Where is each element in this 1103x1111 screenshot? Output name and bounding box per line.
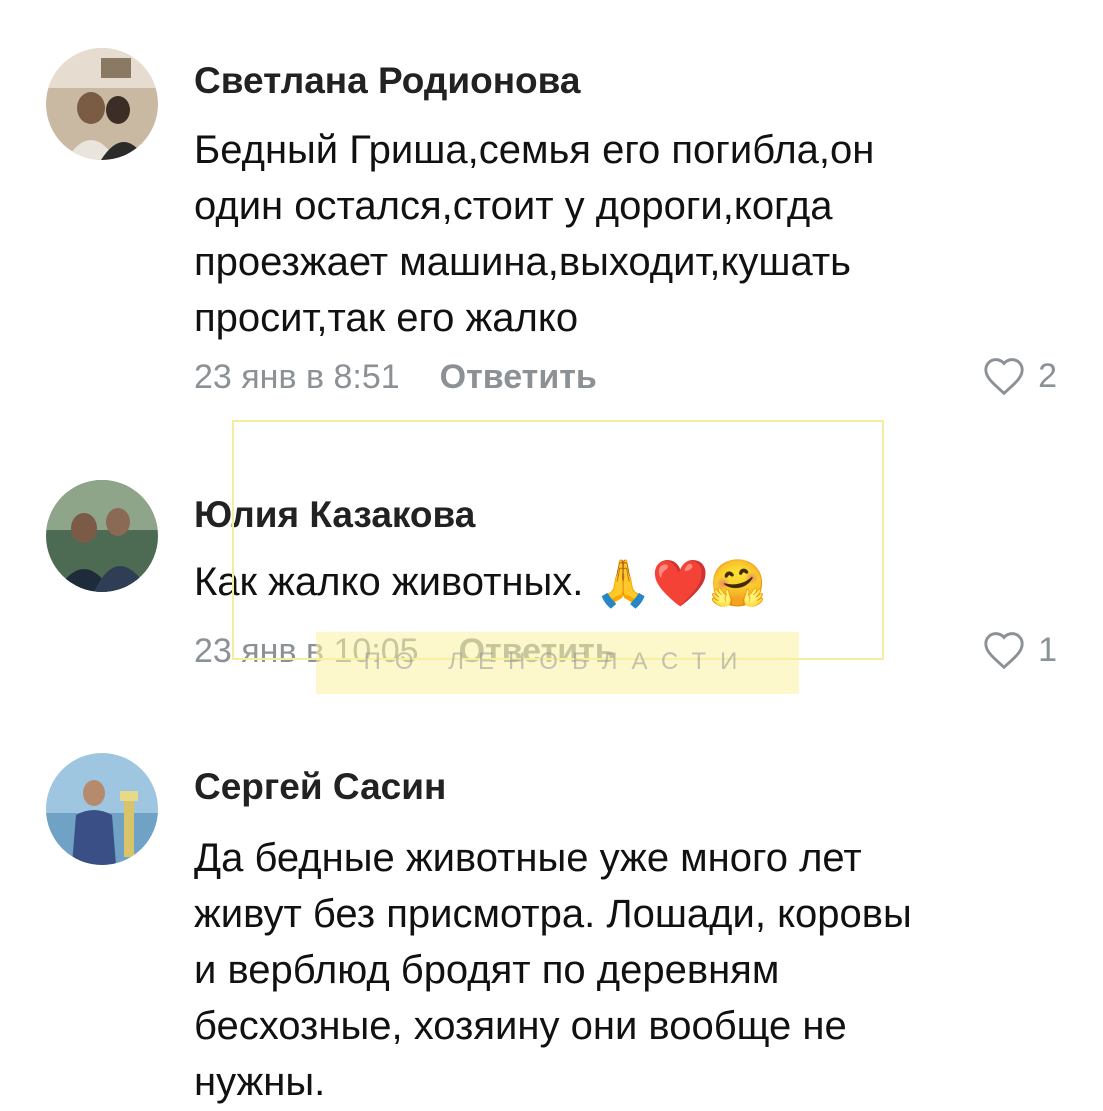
- comment-text-line: просит,так его жалко: [194, 296, 579, 340]
- comment-author[interactable]: Светлана Родионова: [194, 60, 580, 102]
- comment-text-line: один остался,стоит у дороги,когда: [194, 184, 833, 228]
- hugging-emoji: 🤗: [709, 557, 767, 609]
- like-button[interactable]: 1: [982, 630, 1057, 670]
- comment-text-line: проезжает машина,выходит,кушать: [194, 240, 852, 284]
- comment-text-line: Как жалко животных.: [194, 560, 584, 604]
- pray-emoji: 🙏: [594, 557, 652, 609]
- comment-author[interactable]: Юлия Казакова: [194, 494, 475, 536]
- comment-text-line: живут без присмотра. Лошади, коровы: [194, 892, 912, 936]
- avatar[interactable]: [46, 48, 158, 160]
- comment-text: Как жалко животных. 🙏❤️🤗: [194, 554, 1074, 611]
- comment-author[interactable]: Сергей Сасин: [194, 766, 446, 808]
- comment-meta: 23 янв в 8:51 Ответить: [194, 358, 597, 397]
- like-button[interactable]: 2: [982, 356, 1057, 396]
- like-count: 2: [1038, 356, 1057, 395]
- reply-button[interactable]: Ответить: [459, 632, 616, 670]
- reply-button[interactable]: Ответить: [440, 358, 597, 396]
- comment-text: Да бедные животные уже много лет живут б…: [194, 830, 1074, 1110]
- comment-date: 23 янв в 8:51: [194, 358, 400, 396]
- heart-outline-icon: [984, 358, 1024, 396]
- avatar[interactable]: [46, 480, 158, 592]
- watermark-frame: [232, 420, 884, 660]
- red-heart-emoji: ❤️: [651, 557, 710, 609]
- comment-text: Бедный Гриша,семья его погибла,он один о…: [194, 122, 1074, 346]
- comment-text-line: Бедный Гриша,семья его погибла,он: [194, 128, 875, 172]
- comment-meta: 23 янв в 10:05 Ответить: [194, 632, 616, 671]
- comment-text-line: нужны.: [194, 1060, 326, 1104]
- comment-text-line: и верблюд бродят по деревням: [194, 948, 780, 992]
- avatar[interactable]: [46, 753, 158, 865]
- comment-date: 23 янв в 10:05: [194, 632, 419, 670]
- comment-text-line: Да бедные животные уже много лет: [194, 836, 862, 880]
- like-count: 1: [1038, 630, 1057, 669]
- comment-text-line: бесхозные, хозяину они вообще не: [194, 1004, 847, 1048]
- heart-outline-icon: [984, 632, 1024, 670]
